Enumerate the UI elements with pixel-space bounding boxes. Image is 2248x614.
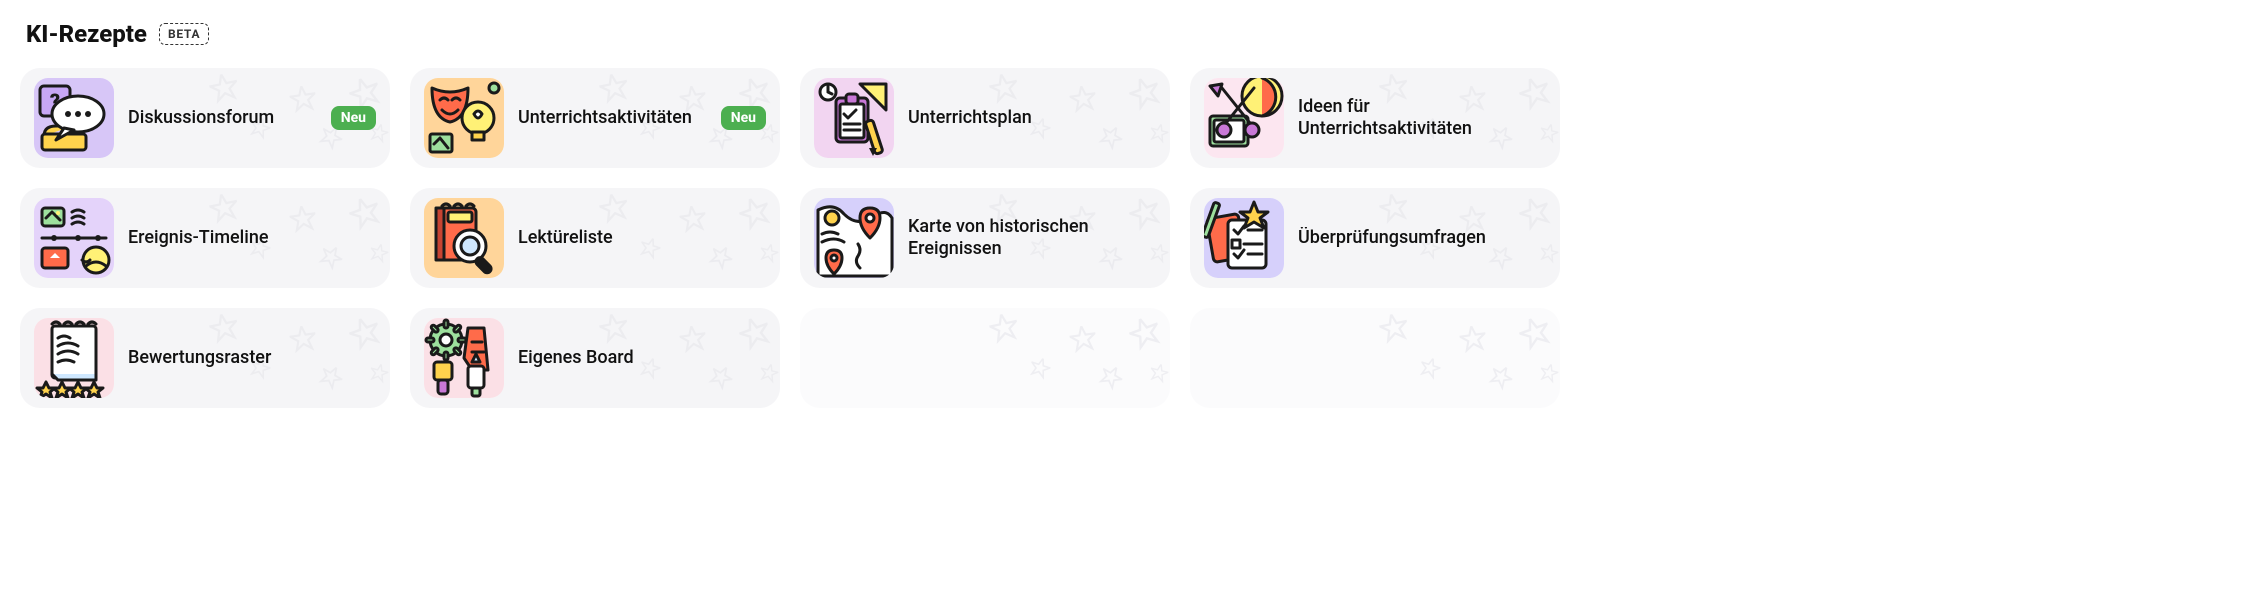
placeholder-card (800, 308, 1170, 408)
recipe-card-label: Unterrichtsaktivitäten (518, 107, 713, 130)
new-badge: Neu (331, 106, 376, 130)
checklist-star-icon (1204, 198, 1284, 278)
recipe-card-rubric[interactable]: Bewertungsraster (20, 308, 390, 408)
recipe-card-custom-board[interactable]: Eigenes Board (410, 308, 780, 408)
recipe-card-label: Eigenes Board (518, 347, 766, 370)
paint-tools-icon (424, 318, 504, 398)
recipe-card-activity-ideas[interactable]: Ideen für Unterrichtsaktivitäten (1190, 68, 1560, 168)
question-speech-icon: ? (34, 78, 114, 158)
recipe-card-discussion-forum[interactable]: ? Diskussionsforum Neu (20, 68, 390, 168)
recipe-card-label: Karte von historischen Ereignissen (908, 216, 1156, 261)
recipe-card-historical-map[interactable]: Karte von historischen Ereignissen (800, 188, 1170, 288)
scissors-craft-icon (1204, 78, 1284, 158)
recipe-card-class-activities[interactable]: Unterrichtsaktivitäten Neu (410, 68, 780, 168)
beta-badge: BETA (159, 23, 209, 45)
recipe-card-label: Unterrichtsplan (908, 107, 1156, 130)
timeline-icon (34, 198, 114, 278)
recipe-card-lesson-plan[interactable]: Unterrichtsplan (800, 68, 1170, 168)
recipe-card-reading-list[interactable]: Lektüreliste (410, 188, 780, 288)
new-badge: Neu (721, 106, 766, 130)
placeholder-card (1190, 308, 1560, 408)
recipe-card-label: Bewertungsraster (128, 347, 376, 370)
clipboard-ruler-icon (814, 78, 894, 158)
recipe-card-label: Überprüfungsumfragen (1298, 227, 1546, 250)
book-magnify-icon (424, 198, 504, 278)
page-title: KI-Rezepte (26, 20, 147, 48)
recipe-card-label: Ereignis-Timeline (128, 227, 376, 250)
map-pins-icon (814, 198, 894, 278)
recipe-card-review-surveys[interactable]: Überprüfungsumfragen (1190, 188, 1560, 288)
recipe-card-label: Ideen für Unterrichtsaktivitäten (1298, 96, 1546, 141)
recipe-card-label: Lektüreliste (518, 227, 766, 250)
recipe-grid: ? Diskussionsforum Neu (20, 68, 1540, 408)
rubric-stars-icon (34, 318, 114, 398)
recipe-card-event-timeline[interactable]: Ereignis-Timeline (20, 188, 390, 288)
section-header: KI-Rezepte BETA (20, 20, 1540, 48)
masks-bulb-icon (424, 78, 504, 158)
recipe-card-label: Diskussionsforum (128, 107, 323, 130)
